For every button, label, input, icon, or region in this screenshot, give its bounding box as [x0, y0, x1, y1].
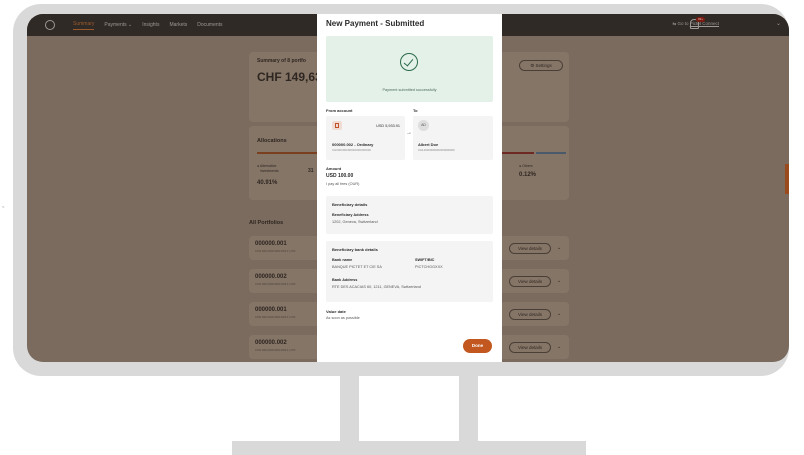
allocation-label: ● Alternative investments — [257, 164, 279, 173]
go-to-label: Go to — [677, 21, 689, 26]
done-button[interactable]: Done — [463, 339, 492, 353]
allocations-title: Allocations — [257, 138, 287, 144]
portfolio-row-sub: CH11 0000 0000 0000 0000 0 | CHF — [255, 316, 296, 319]
success-message: Payment submitted successfully — [382, 88, 437, 92]
portfolio-row-sub: CH11 0000 0000 0000 0000 0 | CHF — [255, 349, 296, 352]
chevron-down-icon[interactable]: ⌄ — [557, 344, 561, 350]
beneficiary-address-value: 1202, Geneva, Switzerland — [332, 220, 378, 224]
side-mark: < — [2, 204, 5, 209]
beneficiary-iban: CH140000000000000000000 — [418, 148, 455, 152]
summary-title: Summary of 8 portfo — [257, 58, 306, 64]
logo-icon[interactable] — [45, 20, 55, 30]
value-date-label: Value date — [326, 309, 346, 314]
view-details-button[interactable]: View details — [509, 243, 551, 254]
account-icon — [332, 121, 342, 130]
notification-badge: 99+ — [696, 17, 705, 22]
avatar: AD — [418, 120, 429, 131]
view-details-button[interactable]: View details — [509, 276, 551, 287]
check-circle-icon — [400, 53, 418, 71]
fees-option: I pay all fees (OUR) — [326, 182, 360, 186]
side-accent — [785, 164, 789, 194]
amount-label: Amount — [326, 166, 342, 171]
from-balance: USD 5,933.91 — [376, 124, 400, 128]
bank-name-label: Bank name — [332, 258, 353, 262]
allocation-fragment: 31 — [308, 168, 314, 174]
stage: < Summary Payments ⌄ Insights Markets Do… — [0, 0, 804, 455]
beneficiary-details-title: Beneficiary details — [332, 202, 368, 207]
beneficiary-address-label: Beneficiary Address — [332, 213, 369, 217]
all-portfolios-heading: All Portfolios — [249, 220, 284, 226]
from-account-card: USD 5,933.91 000000.002 - Ordinary CH000… — [326, 116, 405, 160]
from-account-label: From account — [326, 108, 353, 113]
beneficiary-details-section: Beneficiary details Beneficiary Address … — [326, 196, 493, 234]
value-date-value: As soon as possible — [326, 316, 360, 320]
view-details-button[interactable]: View details — [509, 309, 551, 320]
others-label: ● Others — [519, 164, 533, 168]
allocation-bar-segment — [502, 152, 534, 154]
nav-markets[interactable]: Markets — [169, 22, 187, 28]
portfolio-row-sub: CH11 0000 0000 0000 0000 0 | CHF — [255, 250, 296, 253]
bank-address-label: Bank Address — [332, 278, 358, 282]
portfolio-row-title: 000000.002 — [255, 274, 287, 280]
swift-value: PICTCHGGXXX — [415, 265, 443, 269]
allocation-bar-segment — [536, 152, 566, 154]
portfolio-row-sub: CH11 0000 0000 0000 0000 0 | CHF — [255, 283, 296, 286]
portfolio-row-title: 000000.001 — [255, 307, 287, 313]
to-account-card: AD Albert Doe CH140000000000000000000 — [413, 116, 493, 160]
bank-name-value: BANQUE PICTET ET CIE SA — [332, 265, 382, 269]
chevron-down-icon[interactable]: ⌄ — [557, 311, 561, 317]
allocation-percent: 40.91% — [257, 180, 278, 186]
payment-submitted-modal: New Payment - Submitted Payment submitte… — [317, 14, 502, 362]
to-label: To — [413, 108, 418, 113]
bank-address-value: RTE DES ACACIAS 60, 1211, GENEVA, Switze… — [332, 285, 421, 289]
check-icon — [403, 56, 414, 67]
others-percent: 0.12% — [519, 172, 537, 178]
monitor-neck-gap — [359, 376, 459, 442]
modal-title: New Payment - Submitted — [326, 19, 425, 28]
portfolio-row-title: 000000.001 — [255, 241, 287, 247]
nav-payments[interactable]: Payments ⌄ — [104, 22, 132, 28]
amount-value: USD 100.00 — [326, 173, 354, 179]
summary-value: CHF 149,63 — [257, 70, 322, 84]
chevron-down-icon[interactable]: ⌄ — [776, 20, 781, 27]
view-details-button[interactable]: View details — [509, 342, 551, 353]
settings-button[interactable]: ⚙ Settings — [519, 60, 563, 71]
from-account-iban: CH000000000000000000000 — [332, 148, 372, 152]
swift-label: SWIFT/BIC — [415, 258, 435, 262]
chevron-down-icon[interactable]: ⌄ — [557, 278, 561, 284]
nav-summary[interactable]: Summary — [73, 21, 95, 30]
chevron-down-icon[interactable]: ⌄ — [557, 245, 561, 251]
bank-details-title: Beneficiary bank details — [332, 247, 378, 252]
arrow-right-icon: → — [406, 130, 412, 136]
from-account-name: 000000.002 - Ordinary — [332, 142, 374, 147]
monitor-base — [232, 441, 586, 455]
nav-insights[interactable]: Insights — [142, 22, 159, 28]
screen: Summary Payments ⌄ Insights Markets Docu… — [27, 14, 789, 362]
beneficiary-name: Albert Doe — [418, 142, 439, 147]
nav-documents[interactable]: Documents — [197, 22, 222, 28]
portfolio-row-title: 000000.002 — [255, 340, 287, 346]
bank-details-section: Beneficiary bank details Bank name BANQU… — [326, 241, 493, 302]
success-panel: Payment submitted successfully — [326, 36, 493, 102]
